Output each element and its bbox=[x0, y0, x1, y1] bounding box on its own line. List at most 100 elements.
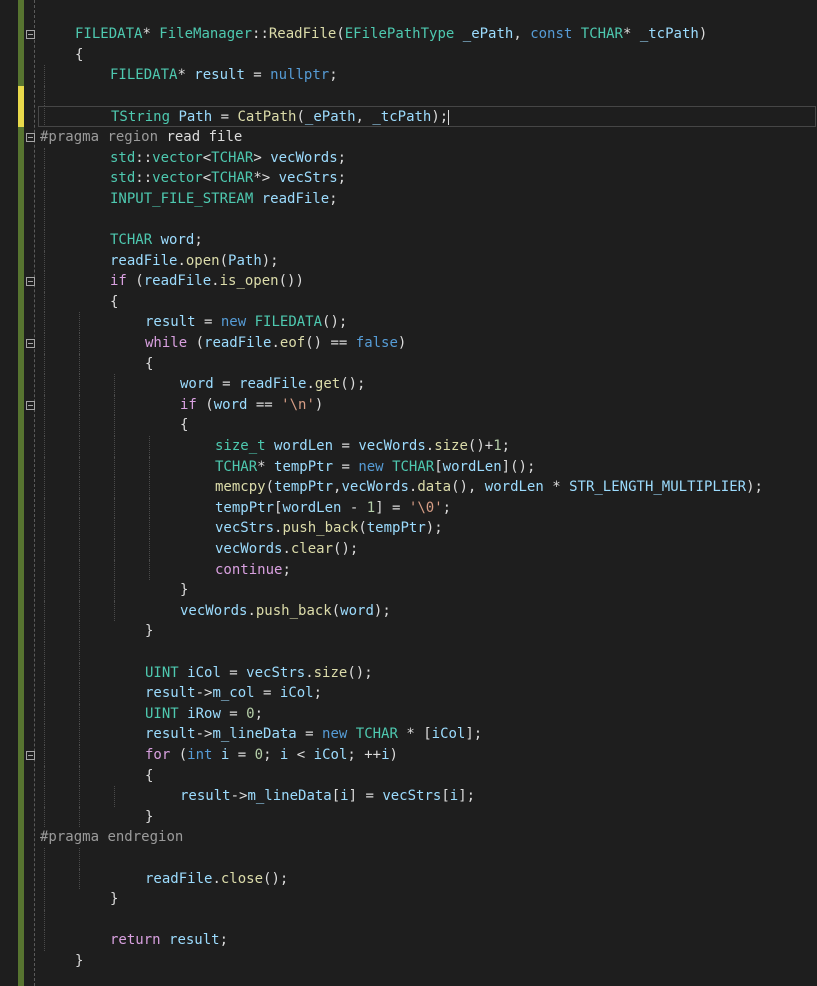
code-token: - bbox=[341, 499, 367, 516]
code-token: ); bbox=[425, 520, 443, 537]
code-text: UINT iCol = vecStrs.size(); bbox=[145, 663, 373, 684]
code-token: * bbox=[257, 458, 275, 475]
code-token: region bbox=[99, 129, 167, 145]
code-line[interactable]: { bbox=[0, 292, 817, 313]
code-text: result->m_lineData[i] = vecStrs[i]; bbox=[180, 786, 475, 807]
code-token: ()) bbox=[278, 273, 304, 290]
code-text: FILEDATA* FileManager::ReadFile(EFilePat… bbox=[75, 24, 707, 45]
code-line[interactable]: } bbox=[0, 580, 817, 601]
code-token: (), bbox=[451, 479, 485, 496]
code-token: tempPtr bbox=[215, 499, 275, 516]
code-token: ( bbox=[296, 109, 305, 126]
code-token: nullptr bbox=[270, 67, 330, 84]
code-line[interactable]: size_t wordLen = vecWords.size()+1; bbox=[0, 436, 817, 457]
code-line[interactable]: word = readFile.get(); bbox=[0, 374, 817, 395]
code-token: is_open bbox=[219, 273, 279, 290]
code-line[interactable] bbox=[0, 848, 817, 869]
code-line[interactable]: if (word == '\n') bbox=[0, 395, 817, 416]
code-token: = bbox=[333, 438, 359, 454]
code-line[interactable]: } bbox=[0, 951, 817, 972]
current-code-line[interactable]: TString Path = CatPath(_ePath, _tcPath); bbox=[38, 106, 816, 127]
code-token: :: bbox=[252, 26, 269, 42]
code-token: TCHAR bbox=[392, 458, 435, 475]
code-token: (); bbox=[347, 664, 373, 681]
code-token: readFile bbox=[239, 376, 307, 393]
code-text: word = readFile.get(); bbox=[180, 374, 365, 395]
code-line[interactable]: std::vector<TCHAR*> vecStrs; bbox=[0, 168, 817, 189]
code-token: m_lineData bbox=[247, 788, 332, 805]
code-token: = bbox=[220, 705, 247, 722]
code-line[interactable]: readFile.open(Path); bbox=[0, 251, 817, 272]
code-line[interactable]: UINT iRow = 0; bbox=[0, 704, 817, 725]
code-line[interactable]: { bbox=[0, 45, 817, 66]
code-token: _tcPath bbox=[372, 109, 432, 126]
code-token: vecWords bbox=[270, 149, 338, 166]
code-line[interactable] bbox=[0, 642, 817, 663]
code-token: FILEDATA bbox=[254, 314, 323, 331]
code-line[interactable]: std::vector<TCHAR> vecWords; bbox=[0, 148, 817, 169]
code-line[interactable]: continue; bbox=[0, 560, 817, 581]
code-text: TCHAR* tempPtr = new TCHAR[wordLen](); bbox=[215, 457, 535, 478]
code-editor[interactable]: FILEDATA* FileManager::ReadFile(EFilePat… bbox=[0, 0, 817, 986]
code-token: readFile bbox=[143, 273, 212, 290]
code-line[interactable]: FILEDATA* FileManager::ReadFile(EFilePat… bbox=[0, 24, 817, 45]
code-token: memcpy bbox=[215, 479, 266, 496]
code-token: ] = bbox=[348, 788, 383, 805]
code-line[interactable]: { bbox=[0, 354, 817, 375]
code-line[interactable]: result = new FILEDATA(); bbox=[0, 312, 817, 333]
code-token: = bbox=[333, 458, 359, 475]
code-token: . bbox=[177, 252, 186, 269]
code-token: ; bbox=[329, 190, 338, 207]
code-line[interactable]: #pragma endregion bbox=[0, 827, 817, 848]
code-line[interactable]: vecWords.clear(); bbox=[0, 539, 817, 560]
code-line[interactable]: while (readFile.eof() == false) bbox=[0, 333, 817, 354]
code-token: FileManager bbox=[159, 26, 253, 42]
code-token: vector bbox=[152, 170, 203, 187]
code-token: ) bbox=[698, 26, 708, 42]
code-text: continue; bbox=[215, 560, 291, 581]
code-text: result->m_col = iCol; bbox=[145, 683, 322, 704]
code-line[interactable] bbox=[0, 910, 817, 931]
code-token: STR_LENGTH_MULTIPLIER bbox=[569, 479, 747, 496]
code-line[interactable]: INPUT_FILE_STREAM readFile; bbox=[0, 189, 817, 210]
code-line[interactable]: } bbox=[0, 621, 817, 642]
code-line[interactable]: result->m_lineData = new TCHAR * [iCol]; bbox=[0, 724, 817, 745]
code-token: Path bbox=[228, 252, 262, 269]
code-text: if (readFile.is_open()) bbox=[110, 271, 304, 292]
code-token: endregion bbox=[99, 829, 184, 846]
code-line[interactable]: return result; bbox=[0, 930, 817, 951]
code-line[interactable]: result->m_col = iCol; bbox=[0, 683, 817, 704]
code-token: TCHAR bbox=[211, 170, 254, 187]
code-line[interactable]: { bbox=[0, 766, 817, 787]
code-line[interactable]: { bbox=[0, 415, 817, 436]
code-line[interactable] bbox=[0, 209, 817, 230]
code-token: TCHAR bbox=[211, 149, 254, 166]
code-line[interactable]: vecStrs.push_back(tempPtr); bbox=[0, 518, 817, 539]
code-line[interactable]: for (int i = 0; i < iCol; ++i) bbox=[0, 745, 817, 766]
code-line[interactable]: TCHAR word; bbox=[0, 230, 817, 251]
code-line[interactable]: memcpy(tempPtr,vecWords.data(), wordLen … bbox=[0, 477, 817, 498]
code-line[interactable]: if (readFile.is_open()) bbox=[0, 271, 817, 292]
code-token: #pragma bbox=[40, 129, 100, 145]
code-line[interactable]: UINT iCol = vecStrs.size(); bbox=[0, 663, 817, 684]
code-line[interactable]: } bbox=[0, 807, 817, 828]
code-line[interactable]: readFile.close(); bbox=[0, 869, 817, 890]
code-token: ) bbox=[397, 335, 407, 351]
code-line[interactable]: TCHAR* tempPtr = new TCHAR[wordLen](); bbox=[0, 457, 817, 478]
code-token: TCHAR bbox=[355, 726, 398, 743]
code-line[interactable]: vecWords.push_back(word); bbox=[0, 601, 817, 622]
code-token: readFile bbox=[261, 190, 330, 207]
code-token: [ bbox=[434, 458, 443, 475]
code-line[interactable]: tempPtr[wordLen - 1] = '\0'; bbox=[0, 498, 817, 519]
code-line[interactable]: FILEDATA* result = nullptr; bbox=[0, 65, 817, 86]
code-line[interactable]: result->m_lineData[i] = vecStrs[i]; bbox=[0, 786, 817, 807]
code-token: const bbox=[530, 26, 573, 42]
code-line[interactable]: } bbox=[0, 889, 817, 910]
code-line[interactable]: #pragma region read file bbox=[0, 127, 817, 148]
code-line[interactable] bbox=[0, 86, 817, 107]
code-token: iCol bbox=[313, 747, 348, 763]
code-token: i bbox=[381, 747, 390, 763]
code-token: ; bbox=[313, 685, 323, 702]
code-token: ]; bbox=[458, 788, 476, 805]
